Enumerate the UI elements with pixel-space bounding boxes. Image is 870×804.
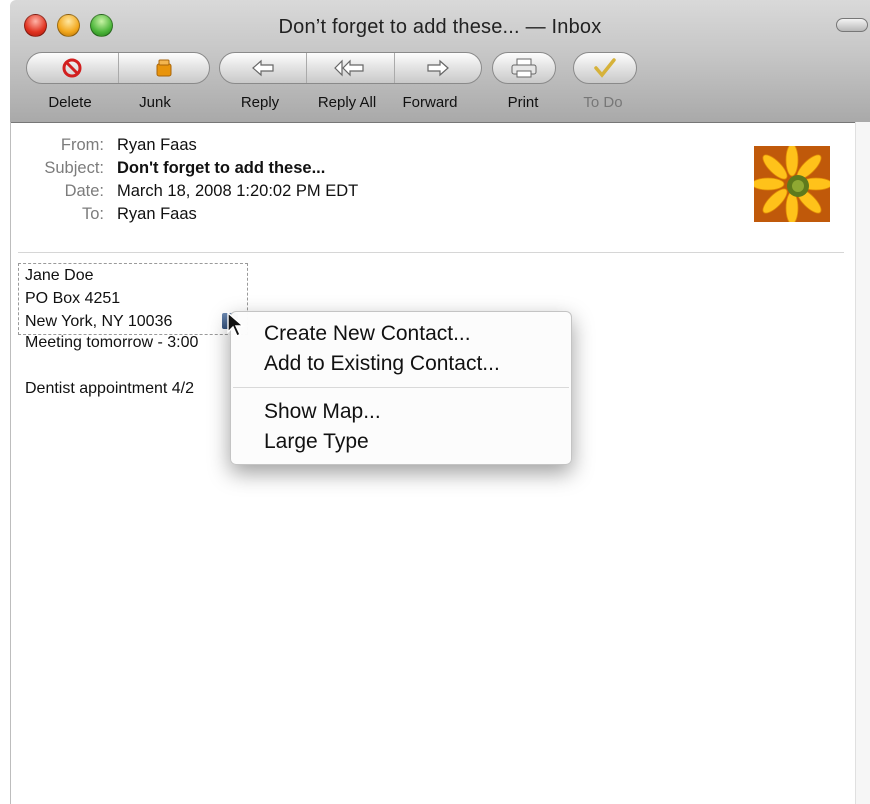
delete-icon	[62, 58, 82, 78]
reply-all-label: Reply All	[317, 94, 377, 111]
mouse-cursor-icon	[227, 312, 245, 337]
junk-label: Junk	[139, 94, 171, 111]
menu-item-large-type[interactable]: Large Type	[264, 430, 369, 454]
print-group	[492, 52, 556, 84]
date-label: Date:	[64, 182, 104, 200]
reply-all-icon	[334, 59, 365, 77]
flower-image	[754, 146, 830, 222]
delete-button[interactable]	[27, 53, 118, 83]
print-button[interactable]	[493, 53, 555, 83]
subject-value: Don't forget to add these...	[117, 159, 326, 177]
reply-all-button[interactable]	[306, 53, 393, 83]
menu-item-show-map[interactable]: Show Map...	[264, 400, 381, 424]
from-value[interactable]: Ryan Faas	[117, 136, 197, 155]
reply-icon	[252, 59, 274, 77]
forward-button[interactable]	[393, 53, 481, 83]
print-label: Print	[507, 94, 539, 111]
body-line-dentist: Dentist appointment 4/2	[25, 380, 194, 397]
to-label: To:	[81, 205, 104, 223]
menu-separator	[233, 387, 569, 388]
from-label: From:	[60, 136, 104, 154]
body-line-pobox: PO Box 4251	[25, 290, 121, 307]
todo-group	[573, 52, 637, 84]
reply-label: Reply	[240, 94, 280, 111]
header-separator	[18, 252, 844, 253]
delete-junk-group	[26, 52, 210, 84]
junk-icon	[156, 59, 172, 77]
todo-button[interactable]	[574, 53, 636, 83]
toolbar-toggle-button[interactable]	[836, 18, 868, 32]
to-value[interactable]: Ryan Faas	[117, 205, 197, 224]
address-context-menu: Create New Contact... Add to Existing Co…	[230, 311, 572, 465]
window-title: Don’t forget to add these... — Inbox	[278, 16, 602, 38]
body-line-city: New York, NY 10036	[25, 313, 173, 330]
printer-icon	[511, 58, 537, 78]
checkmark-icon	[594, 58, 616, 78]
window-toolbar: Don’t forget to add these... — Inbox Del…	[10, 0, 870, 123]
forward-icon	[427, 59, 449, 77]
todo-label: To Do	[583, 94, 623, 111]
junk-button[interactable]	[117, 53, 210, 83]
delete-label: Delete	[48, 94, 92, 111]
sender-photo	[754, 146, 830, 222]
subject-label: Subject:	[44, 159, 104, 177]
date-value: March 18, 2008 1:20:02 PM EDT	[117, 182, 359, 200]
body-line-name: Jane Doe	[25, 267, 94, 284]
reply-button[interactable]	[220, 53, 306, 83]
reply-group	[219, 52, 482, 84]
window-left-edge	[10, 122, 11, 804]
mail-window: Don’t forget to add these... — Inbox Del…	[0, 0, 870, 804]
forward-label: Forward	[402, 94, 458, 111]
menu-item-create-new-contact[interactable]: Create New Contact...	[264, 322, 471, 346]
menu-item-add-to-existing-contact[interactable]: Add to Existing Contact...	[264, 352, 500, 376]
vertical-scrollbar[interactable]	[855, 122, 870, 804]
body-line-meeting: Meeting tomorrow - 3:00	[25, 334, 199, 351]
